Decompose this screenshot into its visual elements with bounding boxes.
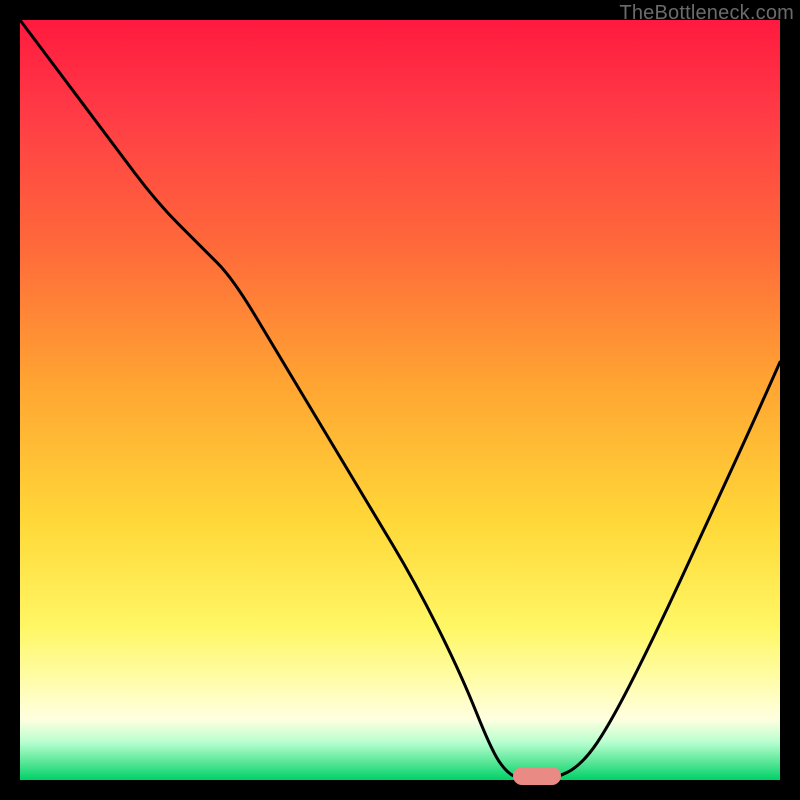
watermark-text: TheBottleneck.com [619,2,794,25]
chart-frame: TheBottleneck.com [0,0,800,800]
bottleneck-curve [20,20,780,780]
minimum-marker [513,767,561,785]
plot-area [20,20,780,780]
